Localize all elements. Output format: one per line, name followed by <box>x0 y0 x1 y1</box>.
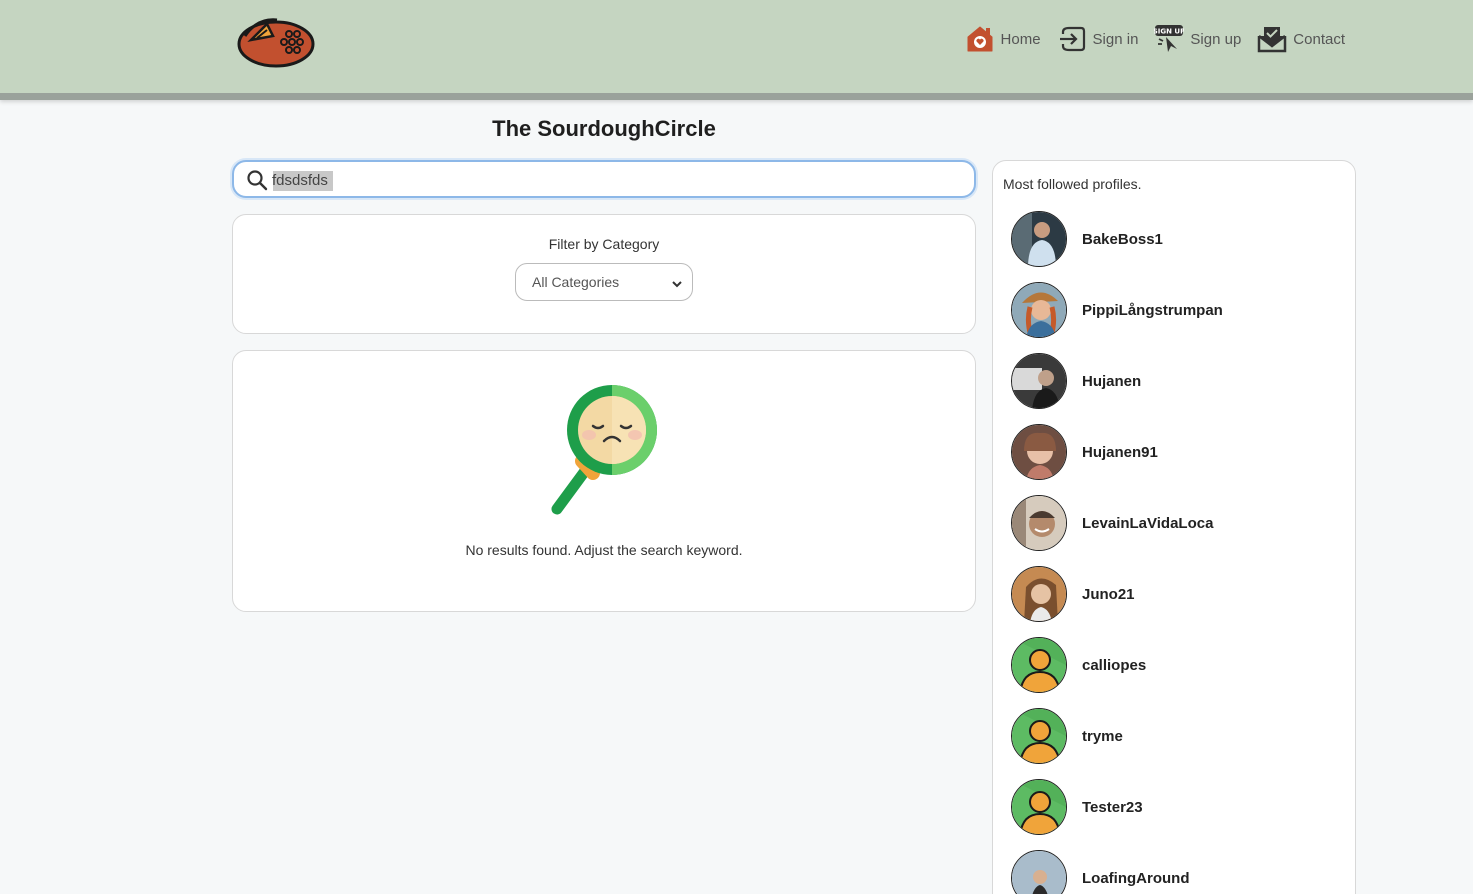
nav-links: Home Sign in SIGN UP Sign up Contact <box>949 24 1345 54</box>
profile-name: PippiLångstrumpan <box>1082 301 1223 319</box>
search-input[interactable] <box>272 168 952 192</box>
profile-item[interactable]: calliopes <box>1011 637 1341 693</box>
nav-home-label: Home <box>1000 30 1041 48</box>
nav-sign-up[interactable]: SIGN UP Sign up <box>1153 24 1242 54</box>
search-icon <box>246 169 268 191</box>
avatar[interactable] <box>1011 353 1067 409</box>
svg-text:SIGN UP: SIGN UP <box>1154 28 1184 36</box>
profile-name: LevainLaVidaLoca <box>1082 514 1214 532</box>
category-select-value: All Categories <box>532 274 620 290</box>
home-heart-icon <box>965 24 995 54</box>
profile-item[interactable]: Juno21 <box>1011 566 1341 622</box>
default-avatar-icon[interactable] <box>1011 637 1067 693</box>
avatar[interactable] <box>1011 211 1067 267</box>
profile-item[interactable]: Hujanen <box>1011 353 1341 409</box>
results-card: No results found. Adjust the search keyw… <box>232 350 976 612</box>
sign-up-icon: SIGN UP <box>1153 24 1186 54</box>
most-followed-sidebar: Most followed profiles. BakeBoss1 PippiL… <box>992 160 1356 894</box>
profile-item[interactable]: PippiLångstrumpan <box>1011 282 1341 338</box>
nav-sign-in[interactable]: Sign in <box>1057 24 1139 54</box>
profile-item[interactable]: LevainLaVidaLoca <box>1011 495 1341 551</box>
empty-results-message: No results found. Adjust the search keyw… <box>465 542 743 558</box>
page-title: The SourdoughCircle <box>492 116 716 141</box>
profile-item[interactable]: LoafingAround <box>1011 850 1341 894</box>
profile-item[interactable]: tryme <box>1011 708 1341 764</box>
sign-in-icon <box>1057 24 1087 54</box>
profile-name: BakeBoss1 <box>1082 230 1163 248</box>
profile-name: Juno21 <box>1082 585 1135 603</box>
profile-item[interactable]: Tester23 <box>1011 779 1341 835</box>
category-select[interactable]: All Categories <box>515 263 693 301</box>
profile-name: Tester23 <box>1082 798 1143 816</box>
avatar[interactable] <box>1011 566 1067 622</box>
search-box[interactable] <box>232 160 976 198</box>
profile-item[interactable]: BakeBoss1 <box>1011 211 1341 267</box>
nav-home[interactable]: Home <box>965 24 1041 54</box>
chevron-down-icon <box>671 277 683 289</box>
nav-sign-in-label: Sign in <box>1092 30 1139 48</box>
nav-contact[interactable]: Contact <box>1257 24 1345 54</box>
profile-name: Hujanen91 <box>1082 443 1158 461</box>
profile-name: calliopes <box>1082 656 1147 674</box>
sourdough-logo[interactable] <box>237 14 317 70</box>
navbar: Home Sign in SIGN UP Sign up Contact <box>0 0 1473 100</box>
profile-name: LoafingAround <box>1082 869 1190 887</box>
avatar[interactable] <box>1011 495 1067 551</box>
profile-name: Hujanen <box>1082 372 1142 390</box>
avatar[interactable] <box>1011 424 1067 480</box>
mail-icon <box>1257 24 1287 54</box>
profile-name: tryme <box>1082 727 1123 745</box>
sad-magnifier-icon <box>549 383 659 515</box>
default-avatar-icon[interactable] <box>1011 779 1067 835</box>
avatar[interactable] <box>1011 282 1067 338</box>
profile-item[interactable]: Hujanen91 <box>1011 424 1341 480</box>
filter-label: Filter by Category <box>548 236 660 252</box>
avatar[interactable] <box>1011 850 1067 894</box>
nav-contact-label: Contact <box>1293 30 1345 48</box>
nav-sign-up-label: Sign up <box>1190 30 1242 48</box>
default-avatar-icon[interactable] <box>1011 708 1067 764</box>
filter-card: Filter by Category All Categories <box>232 214 976 334</box>
sidebar-title: Most followed profiles. <box>1003 176 1142 192</box>
